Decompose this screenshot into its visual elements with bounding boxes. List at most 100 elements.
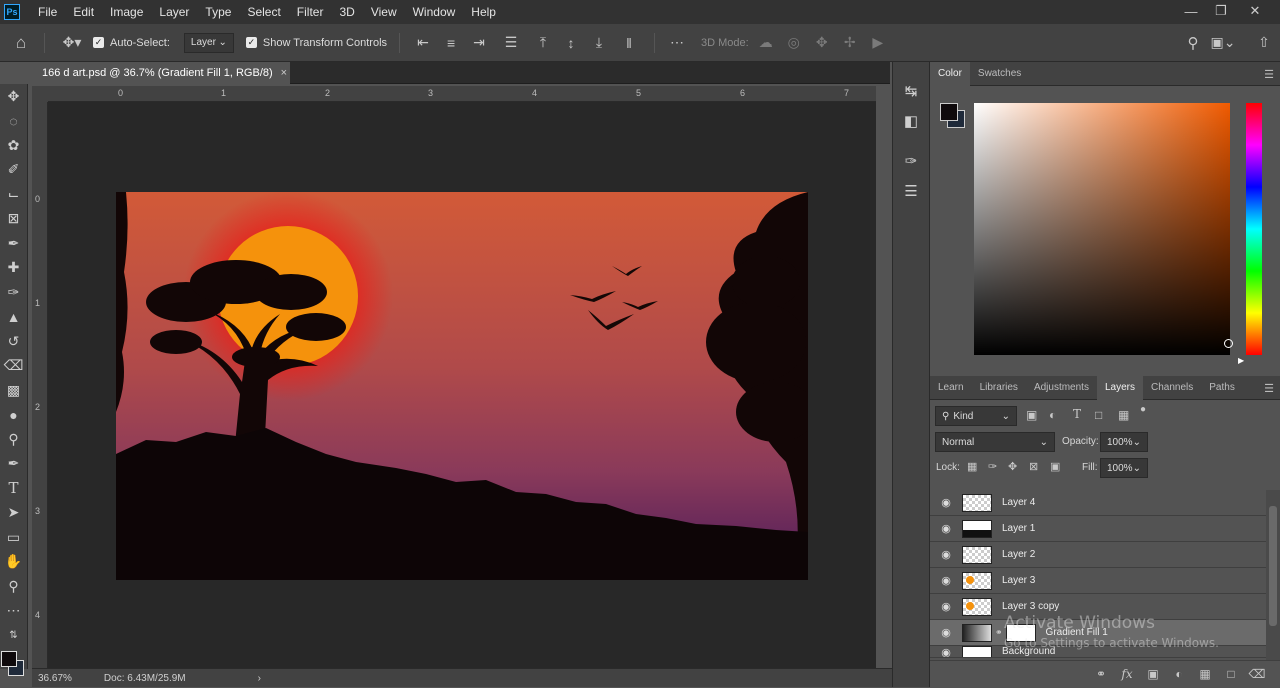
minimize-icon[interactable]: — — [1176, 0, 1206, 22]
layer-name[interactable]: Layer 4 — [1002, 497, 1035, 508]
menu-edit[interactable]: Edit — [65, 0, 102, 24]
adjustment-layer-icon[interactable]: ◐ — [1170, 667, 1188, 681]
distribute-icon[interactable]: ☰ — [496, 34, 526, 51]
adjustments-sliders-icon[interactable]: ☰ — [893, 176, 929, 206]
layer-row[interactable]: ◉ Layer 3 copy — [930, 594, 1266, 620]
gradient-tool-icon[interactable]: ▩ — [0, 378, 27, 403]
ruler-origin[interactable] — [32, 86, 48, 102]
color-panel-foreground-swatch[interactable] — [940, 103, 958, 121]
filter-shape-icon[interactable]: □ — [1095, 408, 1102, 422]
align-top-icon[interactable]: ⤒ — [532, 34, 554, 51]
auto-select-checkbox[interactable]: ✓ — [93, 37, 104, 48]
slide-3d-icon[interactable]: ✢ — [839, 34, 861, 51]
align-middle-icon[interactable]: ↕ — [560, 35, 582, 51]
add-mask-icon[interactable]: ▣ — [1144, 667, 1162, 681]
eye-icon[interactable]: ◉ — [930, 626, 962, 639]
new-layer-icon[interactable]: □ — [1222, 667, 1240, 681]
menu-filter[interactable]: Filter — [289, 0, 332, 24]
properties-panel-icon[interactable]: ◧ — [893, 106, 929, 136]
show-transform-checkbox[interactable]: ✓ — [245, 37, 257, 48]
lock-all-icon[interactable]: ▣ — [1050, 460, 1060, 473]
eye-icon[interactable]: ◉ — [930, 496, 962, 509]
panel-menu-icon[interactable]: ☰ — [1264, 382, 1274, 395]
brush-tool-icon[interactable]: ✑ — [0, 280, 27, 305]
share-icon[interactable]: ⇧ — [1252, 34, 1276, 51]
healing-brush-tool-icon[interactable]: ✚ — [0, 256, 27, 281]
tab-paths[interactable]: Paths — [1201, 376, 1243, 400]
eye-icon[interactable]: ◉ — [930, 548, 962, 561]
link-layers-icon[interactable]: ⚭ — [1092, 667, 1110, 681]
filter-pixel-icon[interactable]: ▣ — [1026, 408, 1037, 422]
align-right-icon[interactable]: ⇥ — [468, 34, 490, 51]
quick-select-tool-icon[interactable]: ✐ — [0, 158, 27, 183]
menu-help[interactable]: Help — [463, 0, 504, 24]
zoom-level[interactable]: 36.67% — [38, 673, 72, 684]
layer-name[interactable]: Layer 3 — [1002, 575, 1035, 586]
pen-tool-icon[interactable]: ✒ — [0, 452, 27, 477]
color-picker-handle[interactable] — [1224, 339, 1233, 348]
blend-mode-dropdown[interactable]: Normal ⌄ — [935, 432, 1055, 452]
drag-3d-icon[interactable]: ✥ — [811, 34, 833, 51]
roll-3d-icon[interactable]: ◎ — [783, 34, 805, 51]
artwork-canvas[interactable] — [116, 192, 808, 580]
eye-icon[interactable]: ◉ — [930, 574, 962, 587]
tab-libraries[interactable]: Libraries — [972, 376, 1026, 400]
lock-image-icon[interactable]: ✑ — [988, 460, 997, 473]
menu-3d[interactable]: 3D — [331, 0, 362, 24]
menu-select[interactable]: Select — [239, 0, 288, 24]
tab-color[interactable]: Color — [930, 61, 970, 86]
lasso-tool-icon[interactable]: ✿ — [0, 133, 27, 158]
eye-icon[interactable]: ◉ — [930, 600, 962, 613]
dodge-tool-icon[interactable]: ⚲ — [0, 427, 27, 452]
restore-icon[interactable]: ❐ — [1206, 0, 1236, 22]
layer-row[interactable]: ◉ Background — [930, 646, 1266, 658]
vertical-ruler[interactable]: 0 1 2 3 4 — [32, 102, 48, 668]
align-left-icon[interactable]: ⇤ — [412, 34, 434, 51]
history-brush-tool-icon[interactable]: ↺ — [0, 329, 27, 354]
tab-layers[interactable]: Layers — [1096, 375, 1143, 400]
search-icon[interactable]: ⚲ — [1184, 34, 1202, 52]
new-group-icon[interactable]: ▦ — [1196, 667, 1214, 681]
trash-icon[interactable]: ⌫ — [1248, 667, 1266, 681]
filter-smart-object-icon[interactable]: ▦ — [1118, 408, 1129, 422]
eyedropper-tool-icon[interactable]: ✒ — [0, 231, 27, 256]
layer-row-selected[interactable]: ◉ ⚭ Gradient Fill 1 — [930, 620, 1266, 646]
tab-learn[interactable]: Learn — [930, 376, 972, 400]
layer-name[interactable]: Layer 3 copy — [1002, 601, 1059, 612]
hue-slider-marker[interactable]: ▶ — [1238, 356, 1244, 365]
lock-position-icon[interactable]: ✥ — [1008, 460, 1017, 473]
mask-link-icon[interactable]: ⚭ — [995, 627, 1003, 638]
menu-window[interactable]: Window — [405, 0, 464, 24]
crop-tool-icon[interactable]: ⌙ — [0, 182, 27, 207]
distribute-vertical-icon[interactable]: ‖ — [616, 35, 642, 51]
close-tab-icon[interactable]: × — [281, 67, 287, 79]
lock-transparent-icon[interactable]: ▦ — [967, 460, 977, 473]
clone-stamp-tool-icon[interactable]: ▲ — [0, 305, 27, 330]
filter-type-icon[interactable]: T — [1073, 407, 1081, 421]
move-tool-icon[interactable]: ✥ — [0, 84, 27, 109]
swap-colors-icon[interactable]: ⇅ — [0, 623, 27, 648]
type-tool-icon[interactable]: T — [0, 476, 27, 501]
hand-tool-icon[interactable]: ✋ — [0, 550, 27, 575]
tab-adjustments[interactable]: Adjustments — [1026, 376, 1097, 400]
brush-settings-icon[interactable]: ✑ — [893, 146, 929, 176]
tab-swatches[interactable]: Swatches — [970, 62, 1029, 86]
scrollbar-thumb[interactable] — [1269, 506, 1277, 626]
filter-adjustment-icon[interactable]: ◐ — [1049, 408, 1056, 422]
foreground-color-swatch[interactable] — [1, 650, 17, 667]
color-swatches-tool[interactable] — [0, 648, 27, 688]
layer-name[interactable]: Layer 1 — [1002, 523, 1035, 534]
menu-file[interactable]: File — [30, 0, 65, 24]
layer-row[interactable]: ◉ Layer 2 — [930, 542, 1266, 568]
filter-kind-dropdown[interactable]: ⚲ Kind ⌄ — [935, 406, 1017, 426]
layer-name[interactable]: Gradient Fill 1 — [1046, 627, 1108, 638]
fx-icon[interactable]: fx — [1118, 667, 1136, 681]
close-window-icon[interactable]: ✕ — [1240, 0, 1270, 22]
opacity-field[interactable]: 100% ⌄ — [1100, 432, 1148, 452]
filter-toggle-icon[interactable]: ● — [1140, 404, 1146, 415]
move-tool-preset-icon[interactable]: ✥▾ — [57, 34, 87, 51]
menu-type[interactable]: Type — [197, 0, 239, 24]
document-tab[interactable]: 166 d art.psd @ 36.7% (Gradient Fill 1, … — [34, 62, 290, 84]
layer-name[interactable]: Layer 2 — [1002, 549, 1035, 560]
orbit-3d-icon[interactable]: ☁ — [755, 34, 777, 51]
